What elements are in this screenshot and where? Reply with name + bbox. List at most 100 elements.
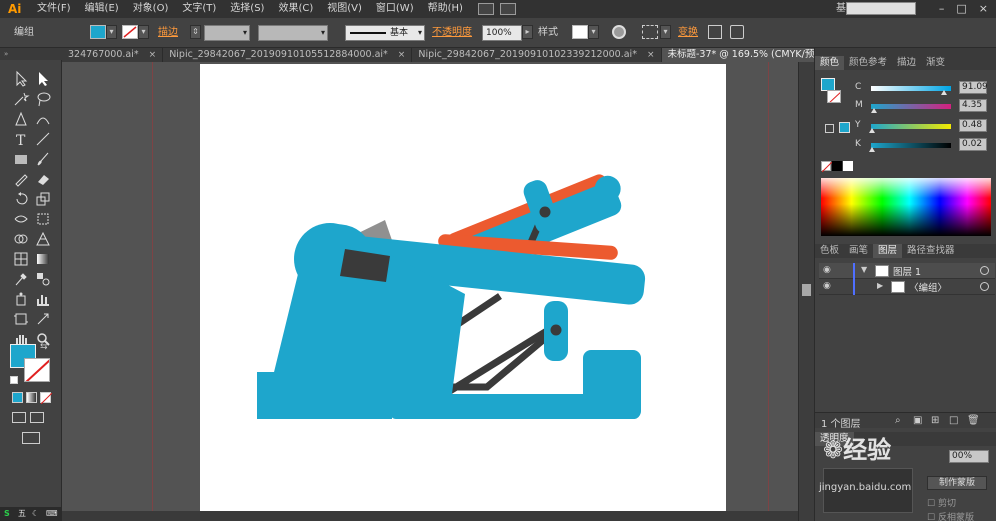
menu-type[interactable]: 文字(T) <box>175 0 223 18</box>
ime-mode-icon[interactable]: 五 <box>18 509 28 519</box>
scale-tool-icon[interactable] <box>34 190 52 208</box>
menu-effect[interactable]: 效果(C) <box>271 0 320 18</box>
align-icon[interactable] <box>642 25 658 39</box>
panel-menu-icon[interactable] <box>730 25 744 39</box>
stroke-weight-stepper[interactable]: ⇕ <box>190 25 201 39</box>
panel-stroke-swatch[interactable] <box>827 90 841 103</box>
tab-layers[interactable]: 图层 <box>873 244 903 258</box>
tab-brushes[interactable]: 画笔 <box>844 244 873 258</box>
clip-checkbox[interactable]: ☐ 剪切 <box>927 496 956 509</box>
visibility-eye-icon[interactable]: ◉ <box>823 282 834 291</box>
rectangle-tool-icon[interactable] <box>12 150 30 168</box>
moon-icon[interactable]: ☾ <box>32 509 42 519</box>
horizontal-scrollbar[interactable] <box>62 511 798 521</box>
sublayer-name[interactable]: 〈编组〉 <box>909 280 947 294</box>
slider-cyan[interactable]: C 91.09 <box>855 81 995 96</box>
locate-object-icon[interactable]: ⌕ <box>895 415 901 426</box>
eraser-icon[interactable] <box>34 170 52 188</box>
artboard[interactable] <box>200 64 726 521</box>
blend-tool-icon[interactable] <box>34 270 52 288</box>
collapse-triangle-icon[interactable]: ▶ <box>877 281 883 290</box>
arrange-documents-icon[interactable] <box>477 3 494 15</box>
slider-magenta[interactable]: M 4.35 <box>855 99 995 114</box>
curvature-tool-icon[interactable] <box>34 110 52 128</box>
perspective-grid-icon[interactable] <box>34 230 52 248</box>
yellow-value-field[interactable]: 0.48 <box>959 119 987 132</box>
tab-document-2[interactable]: Nipic_29842067_20190910105512884000.ai* × <box>163 48 413 62</box>
layer-name[interactable]: 图层 1 <box>893 264 921 278</box>
none-swatch[interactable] <box>821 161 833 173</box>
none-mode-icon[interactable] <box>40 392 53 405</box>
variable-width-profile[interactable]: ▾ <box>258 25 328 41</box>
color-mode-icon[interactable] <box>12 392 23 403</box>
layer-row-1[interactable]: ◉ ▼ 图层 1 <box>819 263 995 279</box>
type-tool-icon[interactable]: T <box>12 130 30 149</box>
paintbrush-icon[interactable] <box>34 150 52 168</box>
screen-mode-icon[interactable] <box>22 432 40 444</box>
width-tool-icon[interactable] <box>12 210 30 228</box>
fill-dropdown-arrow[interactable]: ▾ <box>106 25 117 39</box>
free-transform-icon[interactable] <box>34 210 52 228</box>
close-button[interactable]: × <box>979 0 988 18</box>
slider-yellow[interactable]: Y 0.48 <box>855 119 995 134</box>
menu-help[interactable]: 帮助(H) <box>421 0 470 18</box>
rotate-tool-icon[interactable] <box>12 190 30 208</box>
tab-color[interactable]: 颜色 <box>815 56 845 70</box>
opacity-field[interactable]: 100% <box>482 25 522 41</box>
pencil-icon[interactable] <box>12 170 30 188</box>
white-swatch[interactable] <box>843 161 853 171</box>
slice-tool-icon[interactable] <box>34 310 52 328</box>
graphic-style-swatch[interactable] <box>572 25 588 39</box>
black-value-field[interactable]: 0.02 <box>959 138 987 151</box>
magenta-value-field[interactable]: 4.35 <box>959 99 987 112</box>
swap-colors-icon[interactable]: ⇆ <box>40 342 48 352</box>
tab-color-guide[interactable]: 颜色参考 <box>844 56 892 70</box>
brush-definition-dropdown[interactable]: 基本 ▾ <box>345 25 425 41</box>
menu-file[interactable]: 文件(F) <box>30 0 78 18</box>
opacity-arrow[interactable]: ▸ <box>522 25 533 39</box>
direct-selection-tool-icon[interactable] <box>34 70 52 88</box>
tab-document-1[interactable]: 324767000.ai* × <box>62 48 164 62</box>
layer-row-2[interactable]: ◉ ▶ 〈编组〉 <box>819 279 995 295</box>
draw-mode-icon[interactable] <box>12 412 26 423</box>
tab-pathfinder[interactable]: 路径查找器 <box>902 244 960 258</box>
menu-object[interactable]: 对象(O) <box>126 0 176 18</box>
cyan-value-field[interactable]: 91.09 <box>959 81 988 94</box>
slider-black[interactable]: K 0.02 <box>855 138 995 153</box>
black-swatch[interactable] <box>832 161 842 171</box>
menu-select[interactable]: 选择(S) <box>223 0 271 18</box>
new-sublayer-icon[interactable]: ⊞ <box>931 415 939 426</box>
mesh-tool-icon[interactable] <box>12 250 30 268</box>
selection-tool-icon[interactable] <box>12 70 30 88</box>
dock-grip[interactable] <box>815 48 996 56</box>
shape-builder-icon[interactable] <box>12 230 30 248</box>
isolate-icon[interactable] <box>708 25 722 39</box>
stroke-dropdown-arrow[interactable]: ▾ <box>138 25 149 39</box>
menu-edit[interactable]: 编辑(E) <box>78 0 126 18</box>
make-mask-button[interactable]: 制作蒙版 <box>927 476 987 490</box>
transparency-opacity-field[interactable]: 00% <box>949 450 989 463</box>
lasso-icon[interactable] <box>34 90 52 108</box>
keyboard-icon[interactable]: ⌨ <box>46 509 58 519</box>
recolor-artwork-icon[interactable] <box>612 25 626 39</box>
tools-panel-grip[interactable]: » <box>0 48 62 60</box>
delete-layer-icon[interactable]: 🗑 <box>967 415 980 426</box>
invert-mask-checkbox[interactable]: ☐ 反相蒙版 <box>927 510 974 521</box>
eyedropper-icon[interactable] <box>12 270 30 288</box>
menu-view[interactable]: 视图(V) <box>320 0 369 18</box>
style-dropdown-arrow[interactable]: ▾ <box>588 25 599 39</box>
scroll-thumb[interactable] <box>802 284 811 296</box>
out-of-gamut-icon[interactable] <box>825 124 834 133</box>
minimize-button[interactable]: – <box>939 0 945 18</box>
layer-target-icon[interactable] <box>980 282 989 291</box>
tab-stroke[interactable]: 描边 <box>892 56 921 70</box>
clipping-mask-icon[interactable]: ▣ <box>913 415 922 426</box>
tab-swatches[interactable]: 色板 <box>815 244 844 258</box>
bridge-icon[interactable] <box>499 3 516 15</box>
stroke-swatch[interactable] <box>122 25 138 39</box>
column-graph-icon[interactable] <box>34 290 52 308</box>
maximize-button[interactable]: □ <box>956 0 966 18</box>
align-dropdown-arrow[interactable]: ▾ <box>660 25 671 39</box>
vertical-scrollbar[interactable] <box>798 62 814 521</box>
visibility-eye-icon[interactable]: ◉ <box>823 266 834 275</box>
